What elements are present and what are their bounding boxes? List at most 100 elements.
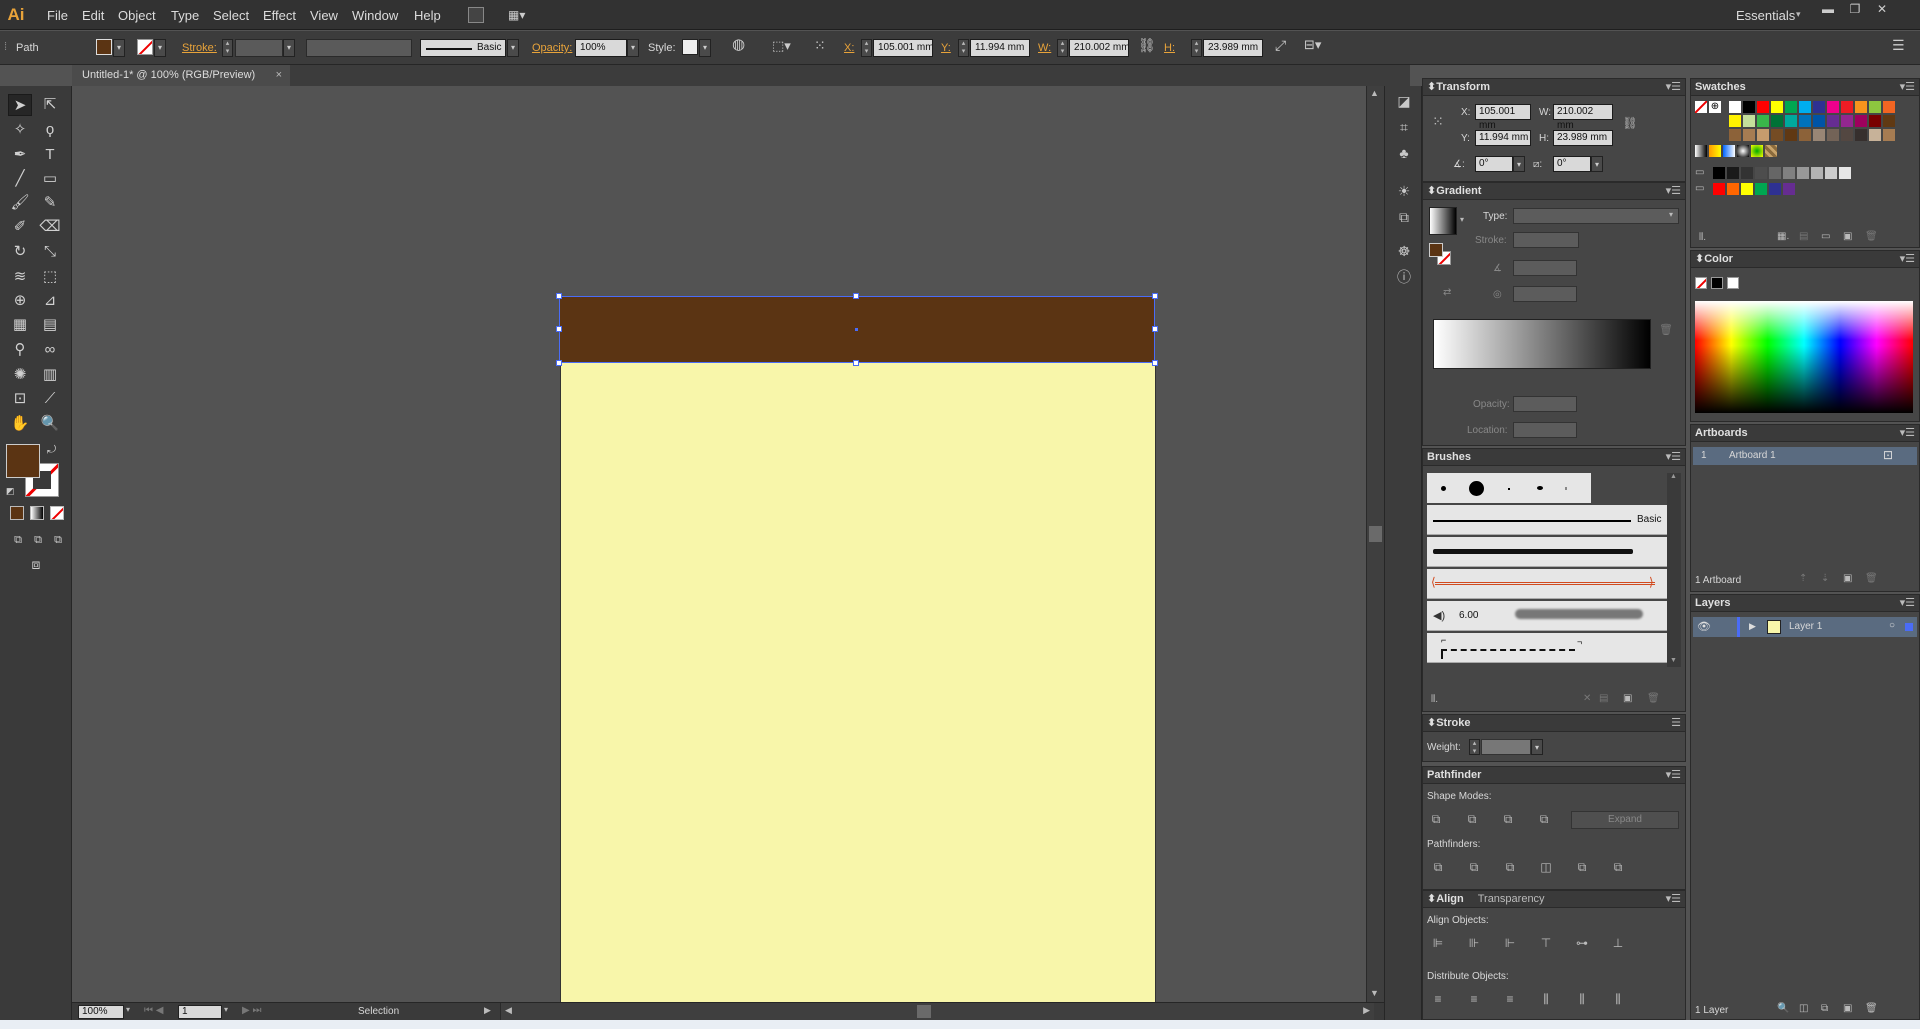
gradient-slider[interactable] — [1433, 319, 1651, 369]
next-artboard-icon[interactable]: ▶ ⏭ — [242, 1005, 261, 1016]
new-sublayer-icon[interactable]: ⧉ — [1821, 1003, 1828, 1014]
delete-layer-icon[interactable]: 🗑 — [1865, 1003, 1878, 1014]
artboard-number-field[interactable]: 1 — [178, 1005, 222, 1019]
black-color-swatch[interactable] — [1711, 277, 1723, 289]
graphic-styles-icon[interactable]: ⧉ — [1393, 206, 1415, 228]
warp-tool-icon[interactable]: ≋ — [8, 266, 32, 288]
opacity-field[interactable]: 100% — [575, 39, 627, 57]
panel-menu-icon[interactable]: ▾☰ — [1666, 183, 1681, 200]
transform-h-field[interactable]: 23.989 mm — [1553, 130, 1613, 146]
opacity-label[interactable]: Opacity: — [532, 41, 572, 55]
rotate-field[interactable]: 0° — [1475, 156, 1513, 172]
align-tab[interactable]: Align — [1436, 893, 1464, 905]
brush-dot-small[interactable] — [1441, 486, 1446, 491]
handle-bottom-left[interactable] — [556, 360, 562, 366]
swatch[interactable] — [1727, 183, 1739, 195]
stroke-weight-field[interactable] — [235, 39, 283, 57]
h-field[interactable]: 23.989 mm — [1203, 39, 1263, 57]
none-color-swatch[interactable] — [1695, 277, 1707, 289]
swatch[interactable] — [1757, 115, 1769, 127]
swatch[interactable] — [1757, 129, 1769, 141]
free-transform-tool-icon[interactable]: ⬚ — [38, 266, 62, 288]
swatch[interactable] — [1883, 115, 1895, 127]
delete-brush-icon[interactable]: 🗑 — [1647, 693, 1660, 704]
horizontal-scrollbar[interactable]: ◀ ▶ — [500, 1003, 1374, 1020]
folder-icon-group[interactable]: ▭ — [1695, 183, 1707, 195]
variable-width-profile[interactable] — [306, 39, 412, 57]
gradient-panel-header[interactable]: ⬍Gradient ▾☰ — [1423, 183, 1685, 200]
hand-tool-icon[interactable]: ✋ — [8, 413, 32, 435]
distribute-hcenter-icon[interactable]: ⫼ — [1573, 991, 1591, 1007]
swatch[interactable] — [1755, 183, 1767, 195]
make-clipping-mask-icon[interactable]: ◫ — [1799, 1003, 1808, 1014]
transform-panel-header[interactable]: ⬍Transform ▾☰ — [1423, 79, 1685, 96]
align-bottom-icon[interactable]: ⊥ — [1609, 935, 1627, 951]
gradient-location-field[interactable] — [1513, 422, 1577, 438]
swatch[interactable] — [1813, 115, 1825, 127]
rotate-tool-icon[interactable]: ↻ — [8, 241, 32, 263]
move-down-icon[interactable]: ⇣ — [1821, 573, 1829, 584]
eraser-tool-icon[interactable]: ⌫ — [38, 216, 62, 238]
swatch[interactable] — [1855, 101, 1867, 113]
swatch[interactable] — [1797, 167, 1809, 179]
layers-panel-header[interactable]: Layers ▾☰ — [1691, 595, 1919, 612]
brush-dot-oval[interactable] — [1537, 486, 1543, 490]
mesh-tool-icon[interactable]: ▦ — [8, 314, 32, 336]
zoom-tool-icon[interactable]: 🔍 — [38, 413, 62, 435]
artboards-panel-header[interactable]: Artboards ▾☰ — [1691, 425, 1919, 442]
panel-menu-icon[interactable]: ▾☰ — [1900, 79, 1915, 96]
swatch[interactable] — [1769, 167, 1781, 179]
transform-icon[interactable]: ⤢ — [1275, 38, 1286, 52]
new-artboard-icon[interactable]: ▣ — [1843, 573, 1852, 584]
type-tool-icon[interactable]: T — [38, 144, 62, 166]
swatches-panel-header[interactable]: Swatches ▾☰ — [1691, 79, 1919, 96]
pencil-tool-icon[interactable]: ✎ — [38, 192, 62, 214]
new-swatch-icon[interactable]: ▣ — [1843, 231, 1852, 242]
selected-art-indicator[interactable] — [1905, 623, 1913, 631]
gradient-aspect-field[interactable] — [1513, 286, 1577, 302]
brushes-panel-header[interactable]: Brushes ▾☰ — [1423, 449, 1685, 466]
align-left-icon[interactable]: ⊫ — [1429, 935, 1447, 951]
distribute-right-icon[interactable]: ⫼ — [1609, 991, 1627, 1007]
stroke-panel-header[interactable]: ⬍Stroke ☰ — [1423, 715, 1685, 732]
bridge-icon[interactable] — [468, 7, 484, 23]
swatch[interactable] — [1855, 115, 1867, 127]
artboard-page[interactable] — [560, 363, 1156, 1002]
panel-menu-icon[interactable]: ▾☰ — [1666, 767, 1681, 784]
swatch[interactable] — [1869, 101, 1881, 113]
align-to-icon[interactable]: ⬚▾ — [772, 39, 791, 53]
distribute-left-icon[interactable]: ⫼ — [1537, 991, 1555, 1007]
color-mode-icon[interactable] — [10, 506, 24, 520]
swatch[interactable] — [1771, 101, 1783, 113]
blob-brush-tool-icon[interactable]: ✐ — [8, 216, 32, 238]
workspace-switcher[interactable]: Essentials — [1736, 8, 1795, 23]
pathfinder-panel-header[interactable]: Pathfinder ▾☰ — [1423, 767, 1685, 784]
swatch[interactable] — [1841, 129, 1853, 141]
scroll-right-icon[interactable]: ▶ — [1363, 1005, 1370, 1016]
transform-x-field[interactable]: 105.001 mm — [1475, 104, 1531, 131]
minus-back-icon[interactable]: ⧉ — [1609, 859, 1627, 875]
close-tab-icon[interactable]: × — [276, 65, 282, 86]
swatch[interactable] — [1729, 129, 1741, 141]
swatch[interactable] — [1813, 101, 1825, 113]
gradient-angle-field[interactable] — [1513, 260, 1577, 276]
none-mode-icon[interactable] — [50, 506, 64, 520]
constrain-proportions-icon[interactable]: ⛓ — [1621, 115, 1639, 131]
artboard-options-icon[interactable]: ⊡ — [1883, 448, 1893, 462]
y-field[interactable]: 11.994 mm — [970, 39, 1030, 57]
stroke-weight-dropdown[interactable]: ▾ — [283, 39, 295, 57]
swatch[interactable] — [1743, 129, 1755, 141]
gradient-pattern-swatch[interactable] — [1737, 145, 1749, 157]
isolate-group-icon[interactable]: ⊟▾ — [1304, 38, 1321, 52]
color-spectrum[interactable] — [1695, 301, 1913, 413]
swatch-options-icon[interactable]: ▤ — [1799, 231, 1808, 242]
fill-dropdown[interactable]: ▾ — [113, 39, 125, 57]
panel-menu-icon[interactable]: ▾☰ — [1666, 79, 1681, 96]
swatch[interactable] — [1799, 115, 1811, 127]
handle-bottom-center[interactable] — [853, 360, 859, 366]
menu-window[interactable]: Window — [352, 8, 398, 23]
brush-charcoal[interactable] — [1427, 537, 1667, 567]
x-field[interactable]: 105.001 mm — [873, 39, 933, 57]
scroll-up-icon[interactable]: ▲ — [1370, 88, 1379, 98]
reverse-gradient-icon[interactable]: ⇄ — [1443, 287, 1451, 298]
